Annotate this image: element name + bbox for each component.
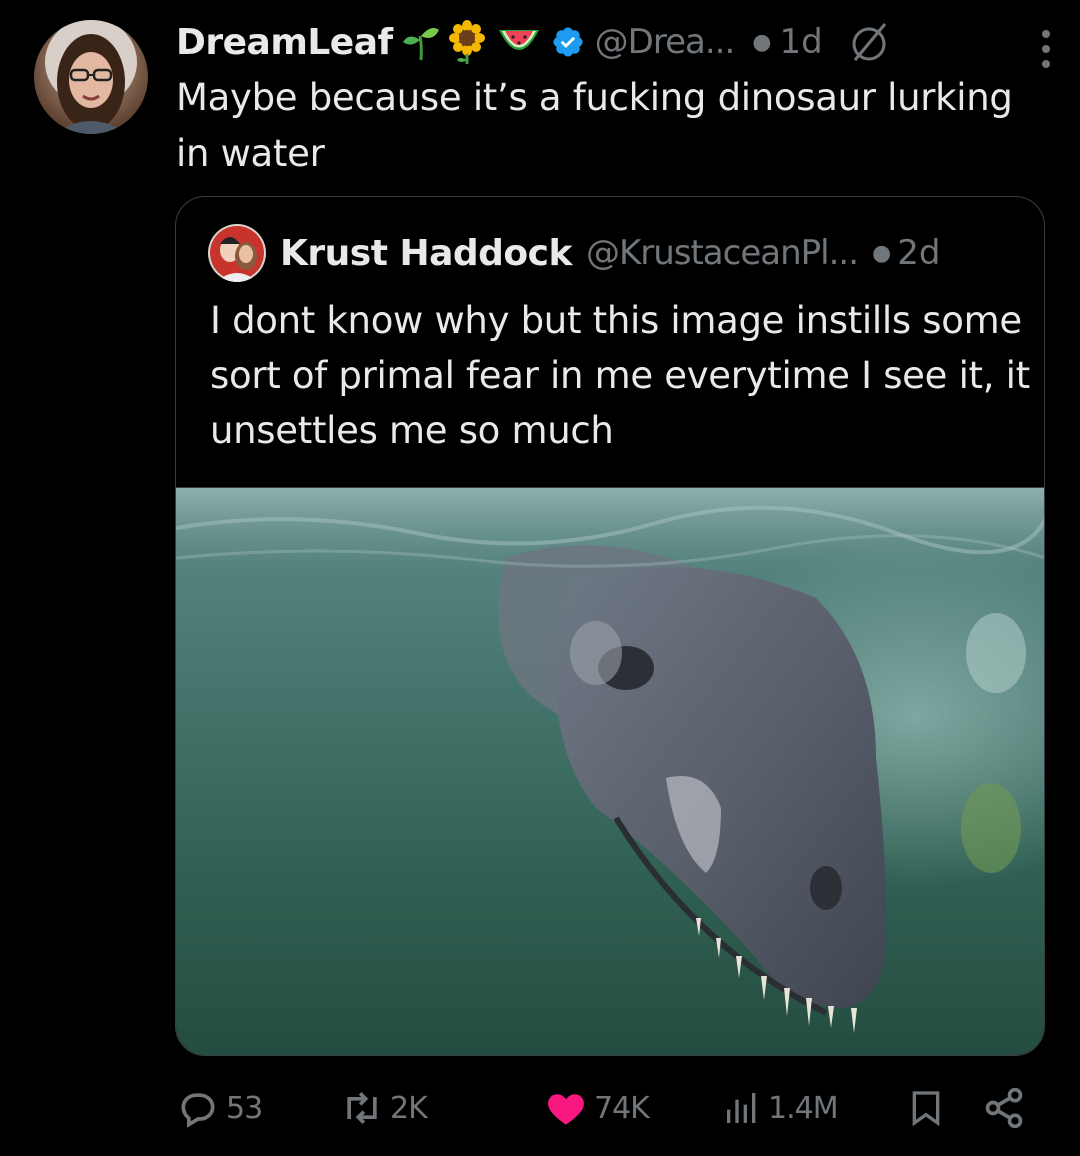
separator-dot: ● xyxy=(872,240,892,266)
more-options-icon[interactable] xyxy=(1036,24,1056,74)
bookmark-icon xyxy=(912,1091,940,1127)
repost-icon xyxy=(347,1092,377,1124)
like-button[interactable]: 74K xyxy=(544,1084,650,1132)
views-count: 1.4M xyxy=(768,1090,839,1126)
reply-button[interactable]: 53 xyxy=(176,1084,263,1132)
quoted-author-avatar[interactable] xyxy=(208,224,266,282)
views-button[interactable]: 1.4M xyxy=(722,1084,839,1132)
tweet-time[interactable]: 1d xyxy=(779,22,822,62)
quoted-tweet-text: I dont know why but this image instills … xyxy=(210,299,1030,452)
share-button[interactable] xyxy=(982,1084,1026,1132)
tweet-text: Maybe because it’s a fucking dinosaur lu… xyxy=(176,76,1013,175)
tweet-action-bar: 53 2K 74K 1.4M xyxy=(176,1084,1036,1132)
bookmark-button[interactable] xyxy=(906,1084,946,1132)
repost-button[interactable]: 2K xyxy=(340,1084,428,1132)
quoted-tweet-image[interactable] xyxy=(176,487,1044,1055)
quoted-tweet-time[interactable]: 2d xyxy=(897,233,940,273)
tweet-header: DreamLeaf @Drea... ● 1d xyxy=(176,14,1060,70)
views-icon xyxy=(727,1093,756,1123)
reply-count: 53 xyxy=(226,1090,263,1126)
share-icon xyxy=(985,1087,1023,1129)
quoted-author-handle[interactable]: @KrustaceanPl... xyxy=(586,233,859,273)
muted-icon xyxy=(847,20,891,64)
quoted-author-display-name[interactable]: Krust Haddock xyxy=(280,233,572,274)
quoted-tweet-header: Krust Haddock @KrustaceanPl... ● 2d xyxy=(208,223,1014,283)
repost-count: 2K xyxy=(390,1090,428,1126)
seedling-icon xyxy=(401,22,441,62)
author-handle[interactable]: @Drea... xyxy=(595,22,736,62)
heart-icon xyxy=(548,1094,584,1125)
author-display-name[interactable]: DreamLeaf xyxy=(176,22,393,63)
separator-dot: ● xyxy=(752,29,772,55)
author-avatar[interactable] xyxy=(34,20,148,134)
watermelon-icon xyxy=(497,22,541,62)
verified-badge-icon[interactable] xyxy=(551,25,585,59)
like-count: 74K xyxy=(594,1090,650,1126)
reply-icon xyxy=(181,1093,215,1128)
sunflower-icon xyxy=(447,20,487,64)
quoted-tweet-card[interactable]: Krust Haddock @KrustaceanPl... ● 2d I do… xyxy=(175,196,1045,1056)
